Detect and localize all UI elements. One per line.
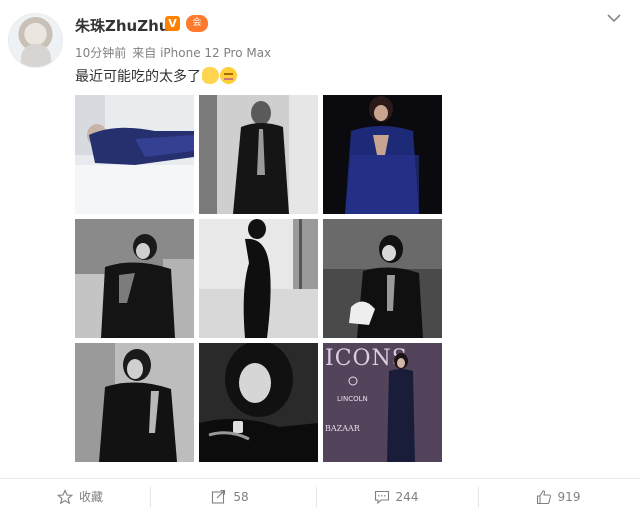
- emoji-icon: [202, 67, 219, 84]
- photo-8[interactable]: [199, 343, 318, 462]
- avatar[interactable]: [8, 13, 63, 68]
- username[interactable]: 朱珠ZhuZhu: [75, 15, 169, 36]
- photo-2[interactable]: [199, 95, 318, 214]
- like-button[interactable]: 919: [478, 479, 638, 514]
- action-bar: 收藏 58 244 919: [0, 478, 640, 514]
- photo-7[interactable]: [75, 343, 194, 462]
- photo-grid: ICONS LINCOLN BAZAAR: [75, 95, 443, 463]
- photo-9[interactable]: ICONS LINCOLN BAZAAR: [323, 343, 442, 462]
- repost-icon: [212, 489, 226, 504]
- post-text: 最近可能吃的太多了: [75, 69, 201, 85]
- verified-badge-icon[interactable]: V: [165, 16, 180, 31]
- backdrop-magazine: BAZAAR: [325, 424, 361, 433]
- photo-3[interactable]: [323, 95, 442, 214]
- weibo-post-card: 朱珠ZhuZhu V 会 10分钟前 来自 iPhone 12 Pro Max 最…: [0, 0, 640, 521]
- like-count: 919: [557, 489, 581, 504]
- photo-6[interactable]: [323, 219, 442, 338]
- post-meta: 10分钟前 来自 iPhone 12 Pro Max: [75, 44, 277, 61]
- member-badge-icon[interactable]: 会: [186, 15, 208, 32]
- chevron-down-icon[interactable]: [604, 11, 624, 25]
- repost-button[interactable]: 58: [150, 479, 310, 514]
- thumbs-up-icon: [536, 489, 551, 504]
- repost-count: 58: [233, 489, 249, 504]
- photo-5[interactable]: [199, 219, 318, 338]
- photo-1[interactable]: [75, 95, 194, 214]
- post-text-block: 最近可能吃的太多了: [75, 66, 237, 86]
- photo-4[interactable]: [75, 219, 194, 338]
- comment-icon: [374, 490, 389, 504]
- favorite-label: 收藏: [78, 490, 103, 504]
- star-icon: [56, 488, 73, 504]
- backdrop-brand: LINCOLN: [337, 395, 368, 403]
- comment-button[interactable]: 244: [316, 479, 476, 514]
- post-source: 来自 iPhone 12 Pro Max: [132, 46, 272, 60]
- favorite-button[interactable]: 收藏: [0, 479, 160, 514]
- emoji-icon: [220, 67, 237, 84]
- comment-count: 244: [395, 489, 419, 504]
- post-time[interactable]: 10分钟前: [75, 46, 126, 60]
